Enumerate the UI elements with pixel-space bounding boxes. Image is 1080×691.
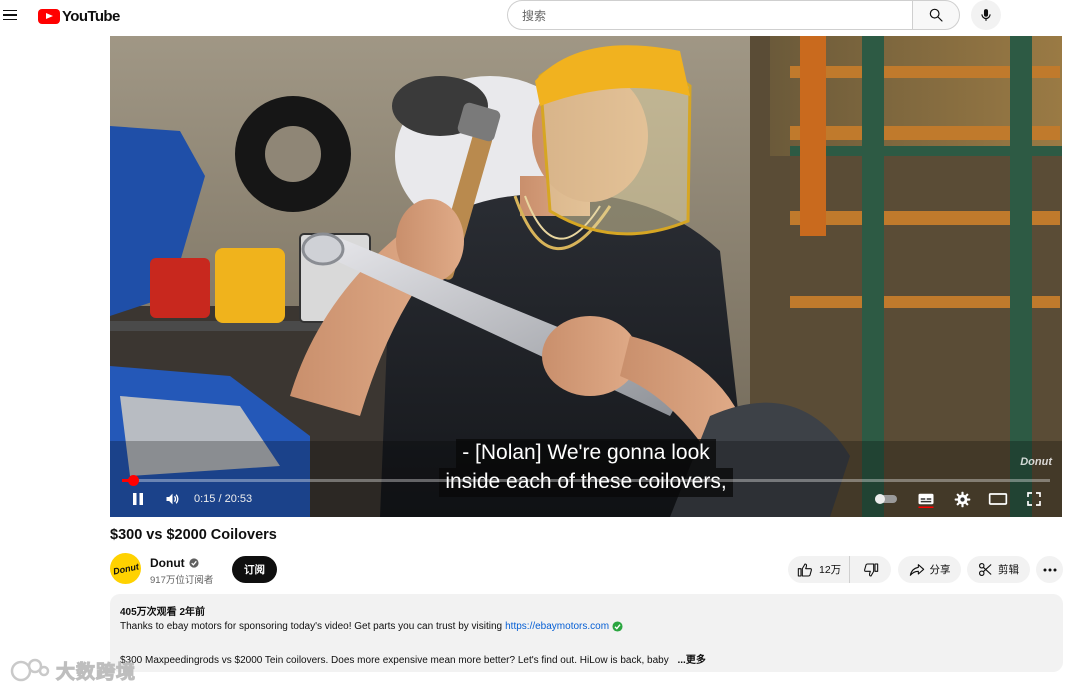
menu-button[interactable] bbox=[3, 4, 21, 26]
share-label: 分享 bbox=[929, 564, 951, 576]
site-watermark: 大数跨境 bbox=[10, 655, 136, 685]
autoplay-toggle-icon bbox=[875, 494, 897, 504]
video-title: $300 vs $2000 Coilovers bbox=[110, 527, 277, 543]
verified-check-icon bbox=[612, 621, 623, 632]
verified-badge-icon bbox=[189, 558, 199, 568]
share-button[interactable]: 分享 bbox=[898, 556, 961, 583]
show-more-button[interactable]: ...更多 bbox=[677, 655, 705, 666]
youtube-logo[interactable]: YouTube bbox=[38, 6, 120, 26]
clip-button[interactable]: 剪辑 bbox=[967, 556, 1030, 583]
subtitles-icon bbox=[918, 493, 934, 508]
description-line-1: Thanks to ebay motors for sponsoring tod… bbox=[120, 621, 623, 632]
scrubber-handle[interactable] bbox=[127, 475, 139, 486]
caption-line-2: inside each of these coilovers, bbox=[439, 468, 733, 497]
scissors-icon bbox=[979, 563, 992, 576]
view-count-date: 405万次观看 2年前 bbox=[120, 607, 206, 618]
caption-line-1: - [Nolan] We're gonna look bbox=[456, 439, 716, 468]
volume-icon bbox=[166, 493, 178, 505]
voice-search-button[interactable] bbox=[971, 0, 1001, 30]
thumbs-down-icon bbox=[863, 562, 878, 577]
search-placeholder: 搜索 bbox=[522, 8, 547, 23]
search-input[interactable]: 搜索 bbox=[507, 0, 913, 30]
description-text-1: Thanks to ebay motors for sponsoring tod… bbox=[120, 621, 503, 632]
like-button[interactable]: 12万 bbox=[788, 556, 850, 583]
share-icon bbox=[909, 563, 924, 576]
avatar-logo-text: Donut bbox=[111, 560, 140, 577]
logo-text: YouTube bbox=[62, 7, 120, 25]
description-line-2: $300 Maxpeedingrods vs $2000 Tein coilov… bbox=[120, 651, 706, 666]
clip-label: 剪辑 bbox=[998, 564, 1019, 576]
channel-name[interactable]: Donut bbox=[150, 556, 185, 570]
theater-icon bbox=[988, 493, 1008, 505]
subscribe-button[interactable]: 订阅 bbox=[232, 556, 277, 583]
more-horizontal-icon bbox=[1043, 568, 1056, 571]
fullscreen-icon bbox=[1027, 492, 1041, 506]
fullscreen-button[interactable] bbox=[1022, 488, 1046, 510]
menu-icon bbox=[3, 9, 17, 12]
description-text-2: $300 Maxpeedingrods vs $2000 Tein coilov… bbox=[120, 655, 669, 666]
subtitles-button[interactable] bbox=[914, 488, 938, 510]
pause-button[interactable] bbox=[126, 488, 150, 510]
site-logo-icon bbox=[10, 658, 50, 682]
site-watermark-text: 大数跨境 bbox=[55, 661, 137, 683]
channel-name-row[interactable]: Donut bbox=[150, 556, 199, 570]
volume-button[interactable] bbox=[160, 488, 184, 510]
channel-avatar[interactable]: Donut bbox=[110, 553, 141, 584]
like-dislike-group: 12万 bbox=[788, 556, 891, 583]
search-icon bbox=[929, 8, 943, 22]
youtube-play-icon bbox=[38, 8, 60, 24]
channel-watermark[interactable]: Donut bbox=[1020, 456, 1052, 468]
like-count: 12万 bbox=[819, 564, 842, 576]
settings-button[interactable] bbox=[950, 488, 974, 510]
subscriber-count: 917万位订阅者 bbox=[150, 575, 214, 586]
pause-icon bbox=[133, 493, 143, 505]
autoplay-toggle[interactable] bbox=[872, 488, 900, 510]
progress-bar[interactable] bbox=[122, 475, 1050, 486]
video-player[interactable]: - [Nolan] We're gonna look inside each o… bbox=[110, 36, 1062, 517]
theater-mode-button[interactable] bbox=[986, 488, 1010, 510]
time-display: 0:15 / 20:53 bbox=[194, 493, 253, 505]
more-actions-button[interactable] bbox=[1036, 556, 1063, 583]
sponsor-link[interactable]: https://ebaymotors.com bbox=[505, 621, 609, 632]
description-box[interactable]: 405万次观看 2年前 Thanks to ebay motors for sp… bbox=[110, 594, 1063, 672]
microphone-icon bbox=[981, 9, 991, 21]
masthead: YouTube 搜索 bbox=[0, 0, 1080, 32]
thumbs-up-icon bbox=[797, 562, 812, 577]
search-button[interactable] bbox=[912, 0, 960, 30]
gear-icon bbox=[954, 491, 970, 507]
dislike-button[interactable] bbox=[850, 556, 891, 583]
